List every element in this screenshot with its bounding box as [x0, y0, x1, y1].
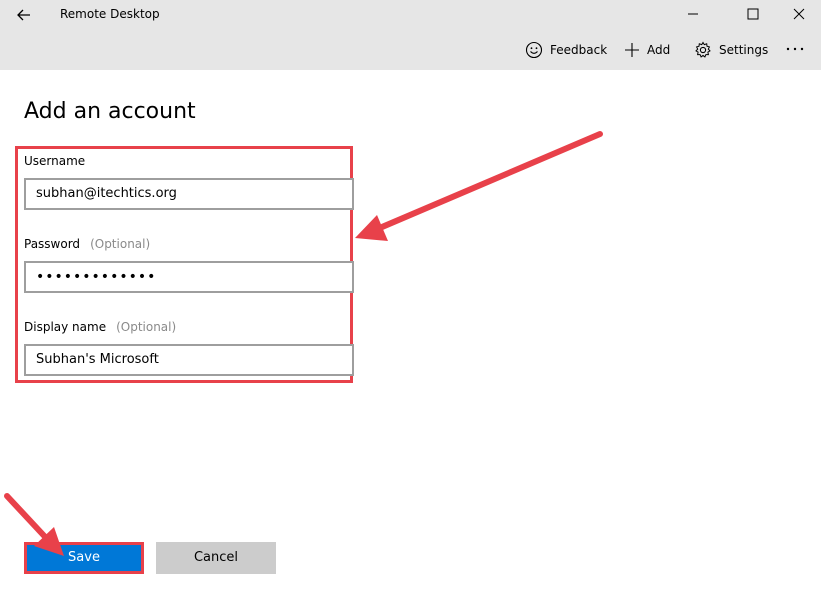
feedback-label: Feedback: [550, 43, 608, 57]
username-input[interactable]: subhan@itechtics.org: [24, 178, 354, 210]
settings-command[interactable]: Settings: [694, 40, 768, 60]
gear-icon: [695, 41, 711, 58]
title-command-bar: Remote Desktop Feedback Add Settings: [0, 0, 821, 70]
password-input[interactable]: •••••••••••••: [24, 261, 354, 293]
close-button[interactable]: [779, 0, 819, 28]
username-label-text: Username: [24, 154, 86, 168]
display-name-input[interactable]: Subhan's Microsoft: [24, 344, 354, 376]
display-name-label-text: Display name: [24, 320, 107, 334]
more-icon: [786, 47, 804, 51]
save-button[interactable]: Save: [24, 542, 144, 574]
plus-icon: [625, 43, 639, 57]
display-name-optional-hint: (Optional): [116, 320, 177, 334]
smiley-icon: [525, 41, 543, 59]
close-icon: [793, 8, 805, 20]
minimize-button[interactable]: [673, 0, 713, 28]
back-button[interactable]: [12, 3, 36, 27]
password-label: Password (Optional): [24, 236, 150, 252]
add-command[interactable]: Add: [624, 40, 670, 60]
add-label: Add: [647, 43, 671, 57]
display-name-label: Display name (Optional): [24, 319, 176, 335]
password-optional-hint: (Optional): [90, 237, 151, 251]
page-title: Add an account: [24, 99, 196, 124]
maximize-button[interactable]: [733, 0, 773, 28]
cancel-button[interactable]: Cancel: [156, 542, 276, 574]
minimize-icon: [688, 13, 698, 15]
username-label: Username: [24, 153, 85, 169]
settings-label: Settings: [719, 43, 769, 57]
maximize-icon: [747, 8, 759, 20]
more-options-button[interactable]: [785, 41, 805, 57]
app-title: Remote Desktop: [60, 7, 160, 21]
feedback-command[interactable]: Feedback: [525, 40, 607, 60]
back-arrow-icon: [17, 9, 30, 21]
arrow-to-form: [355, 131, 603, 241]
password-label-text: Password: [24, 237, 81, 251]
